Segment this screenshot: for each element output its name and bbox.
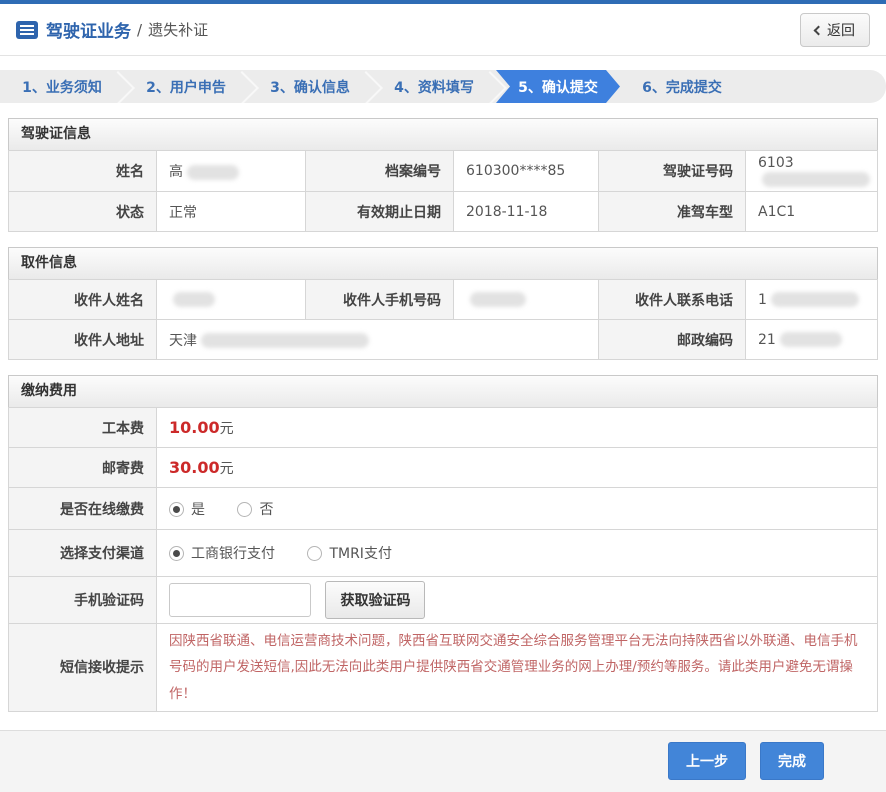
step-2[interactable]: 2、用户申告	[124, 70, 248, 103]
recipient-name-label: 收件人姓名	[9, 280, 157, 320]
production-fee-value: 10.00元	[157, 408, 878, 448]
table-row: 工本费 10.00元	[9, 408, 878, 448]
recipient-name-value	[157, 280, 306, 320]
radio-online-no[interactable]	[237, 502, 252, 517]
radio-channel-tmri[interactable]	[307, 546, 322, 561]
file-no-label: 档案编号	[306, 151, 454, 192]
table-row: 姓名 高 档案编号 610300****85 驾驶证号码 6103	[9, 151, 878, 192]
vehicle-type-label: 准驾车型	[599, 192, 746, 232]
back-button[interactable]: 返回	[800, 13, 870, 47]
sms-code-input[interactable]	[169, 583, 311, 617]
table-row: 状态 正常 有效期止日期 2018-11-18 准驾车型 A1C1	[9, 192, 878, 232]
status-label: 状态	[9, 192, 157, 232]
prev-step-button[interactable]: 上一步	[668, 742, 746, 780]
online-pay-options: 是 否	[157, 488, 878, 530]
table-row: 是否在线缴费 是 否	[9, 488, 878, 530]
status-value: 正常	[157, 192, 306, 232]
redacted-blur	[201, 333, 369, 348]
license-section-title: 驾驶证信息	[8, 118, 878, 150]
finish-button[interactable]: 完成	[760, 742, 824, 780]
postal-code-value: 21	[746, 320, 878, 360]
table-row: 收件人姓名 收件人手机号码 收件人联系电话 1	[9, 280, 878, 320]
recipient-phone-label: 收件人联系电话	[599, 280, 746, 320]
license-no-label: 驾驶证号码	[599, 151, 746, 192]
radio-channel-icbc[interactable]	[169, 546, 184, 561]
recipient-phone-value: 1	[746, 280, 878, 320]
radio-online-yes-label[interactable]: 是	[191, 502, 205, 518]
radio-online-yes[interactable]	[169, 502, 184, 517]
postage-fee-value: 30.00元	[157, 448, 878, 488]
redacted-blur	[771, 292, 859, 307]
step-6[interactable]: 6、完成提交	[620, 70, 744, 103]
chevron-left-icon	[814, 25, 824, 35]
pickup-section-title: 取件信息	[8, 247, 878, 279]
table-row: 选择支付渠道 工商银行支付 TMRI支付	[9, 530, 878, 577]
step-1[interactable]: 1、业务须知	[0, 70, 124, 103]
get-code-button[interactable]: 获取验证码	[325, 581, 425, 619]
radio-channel-icbc-label[interactable]: 工商银行支付	[191, 546, 275, 562]
page-title: 驾驶证业务	[46, 17, 131, 42]
recipient-address-value: 天津	[157, 320, 599, 360]
step-5-active[interactable]: 5、确认提交	[496, 70, 620, 103]
step-navigation: 1、业务须知 2、用户申告 3、确认信息 4、资料填写 5、确认提交 6、完成提…	[0, 70, 886, 103]
payment-section: 缴纳费用 工本费 10.00元 邮寄费 30.00元 是否在线缴费 是 否 选择…	[8, 375, 878, 712]
redacted-blur	[173, 292, 215, 307]
payment-section-title: 缴纳费用	[8, 375, 878, 407]
list-icon	[16, 21, 38, 39]
step-4[interactable]: 4、资料填写	[372, 70, 496, 103]
redacted-blur	[470, 292, 526, 307]
footer-actions: 上一步 完成	[0, 730, 886, 792]
expiry-value: 2018-11-18	[454, 192, 599, 232]
recipient-mobile-value	[454, 280, 599, 320]
redacted-blur	[780, 332, 842, 347]
license-no-value: 6103	[746, 151, 878, 192]
pickup-info-section: 取件信息 收件人姓名 收件人手机号码 收件人联系电话 1 收件人地址 天津 邮政…	[8, 247, 878, 360]
radio-online-no-label[interactable]: 否	[259, 502, 273, 518]
redacted-blur	[762, 172, 870, 187]
name-label: 姓名	[9, 151, 157, 192]
online-pay-label: 是否在线缴费	[9, 488, 157, 530]
table-row: 邮寄费 30.00元	[9, 448, 878, 488]
production-fee-label: 工本费	[9, 408, 157, 448]
recipient-mobile-label: 收件人手机号码	[306, 280, 454, 320]
page-header: 驾驶证业务 / 遗失补证 返回	[0, 4, 886, 56]
table-row: 手机验证码 获取验证码	[9, 577, 878, 624]
expiry-label: 有效期止日期	[306, 192, 454, 232]
table-row: 短信接收提示 因陕西省联通、电信运营商技术问题，陕西省互联网交通安全综合服务管理…	[9, 624, 878, 712]
license-info-section: 驾驶证信息 姓名 高 档案编号 610300****85 驾驶证号码 6103 …	[8, 118, 878, 232]
sms-code-row: 获取验证码	[157, 577, 878, 624]
postal-code-label: 邮政编码	[599, 320, 746, 360]
sms-notice-label: 短信接收提示	[9, 624, 157, 712]
postage-fee-label: 邮寄费	[9, 448, 157, 488]
breadcrumb-separator: /	[137, 21, 142, 39]
step-3[interactable]: 3、确认信息	[248, 70, 372, 103]
page-subtitle: 遗失补证	[148, 19, 208, 40]
vehicle-type-value: A1C1	[746, 192, 878, 232]
redacted-blur	[187, 165, 239, 180]
channel-label: 选择支付渠道	[9, 530, 157, 577]
channel-options: 工商银行支付 TMRI支付	[157, 530, 878, 577]
name-value: 高	[157, 151, 306, 192]
sms-code-label: 手机验证码	[9, 577, 157, 624]
recipient-address-label: 收件人地址	[9, 320, 157, 360]
sms-notice-text: 因陕西省联通、电信运营商技术问题，陕西省互联网交通安全综合服务管理平台无法向持陕…	[157, 624, 878, 712]
table-row: 收件人地址 天津 邮政编码 21	[9, 320, 878, 360]
file-no-value: 610300****85	[454, 151, 599, 192]
radio-channel-tmri-label[interactable]: TMRI支付	[329, 546, 392, 562]
